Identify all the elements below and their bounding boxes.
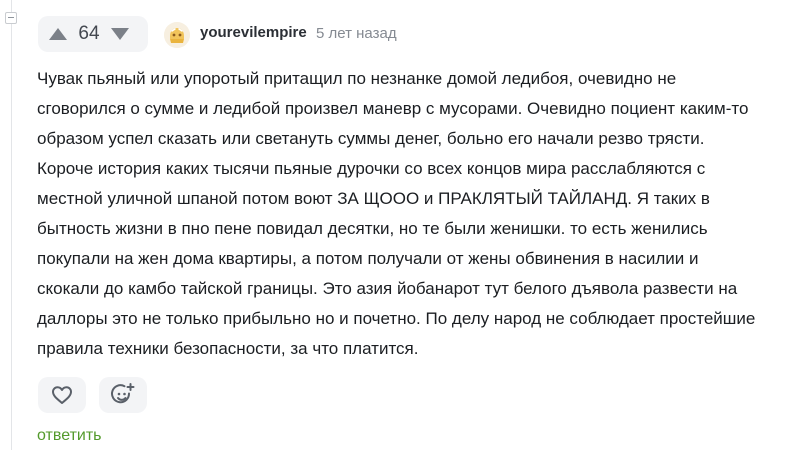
downvote-button[interactable] xyxy=(108,22,132,46)
author-username[interactable]: yourevilempire xyxy=(200,24,307,41)
heart-icon xyxy=(52,386,72,404)
add-reaction-button[interactable] xyxy=(99,377,147,413)
add-reaction-icon xyxy=(111,383,135,404)
upvote-button[interactable] xyxy=(46,22,70,46)
vote-count: 64 xyxy=(78,23,100,44)
like-button[interactable] xyxy=(38,377,86,413)
arrow-down-icon xyxy=(111,28,129,40)
avatar-icon xyxy=(164,22,190,48)
comment-thread-rail xyxy=(0,0,22,450)
collapse-thread-button[interactable] xyxy=(5,12,17,24)
vote-widget: 64 xyxy=(38,16,148,52)
comment-timestamp[interactable]: 5 лет назад xyxy=(316,25,397,42)
avatar[interactable] xyxy=(164,22,190,48)
thread-line xyxy=(11,0,12,450)
arrow-up-icon xyxy=(49,28,67,40)
comment-text: Чувак пьяный или упоротый притащил по не… xyxy=(37,69,756,358)
reply-link[interactable]: ответить xyxy=(37,427,102,445)
